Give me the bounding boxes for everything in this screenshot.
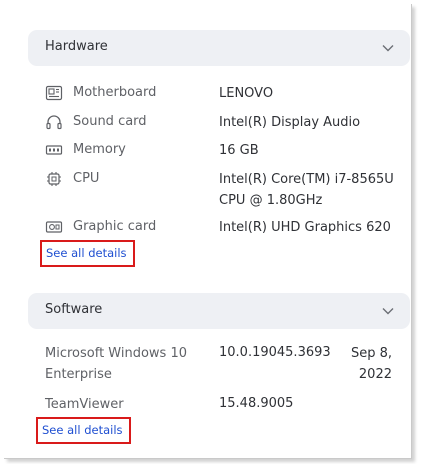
- cpu-icon: [47, 172, 61, 186]
- memory-icon: [45, 145, 63, 155]
- sound-card-label: Sound card: [73, 114, 147, 129]
- chevron-down-icon[interactable]: [382, 42, 394, 54]
- software-windows-date: Sep 8, 2022: [350, 346, 392, 382]
- software-windows-label: Microsoft Windows 10 Enterprise: [45, 346, 187, 382]
- software-teamviewer-label: TeamViewer: [45, 397, 124, 412]
- graphic-card-icon: [45, 221, 63, 233]
- hardware-see-all-details-link[interactable]: See all details: [40, 240, 135, 267]
- software-windows-version: 10.0.19045.3693: [219, 345, 331, 360]
- software-teamviewer-version: 15.48.9005: [219, 396, 294, 411]
- motherboard-value: LENOVO: [219, 86, 274, 101]
- software-section-title: Software: [45, 302, 103, 317]
- graphic-card-value: Intel(R) UHD Graphics 620: [219, 220, 391, 235]
- chevron-down-icon[interactable]: [382, 305, 394, 317]
- hardware-section-title: Hardware: [45, 39, 108, 54]
- motherboard-label: Motherboard: [73, 85, 157, 100]
- cpu-label: CPU: [73, 171, 100, 186]
- headphones-icon: [46, 115, 62, 130]
- software-see-all-details-link[interactable]: See all details: [36, 417, 131, 444]
- graphic-card-label: Graphic card: [73, 219, 157, 234]
- memory-value: 16 GB: [219, 143, 259, 158]
- motherboard-icon: [45, 85, 63, 101]
- cpu-value: Intel(R) Core(TM) i7-8565U CPU @ 1.80GHz: [219, 172, 394, 208]
- memory-label: Memory: [73, 142, 126, 157]
- sound-card-value: Intel(R) Display Audio: [219, 115, 361, 130]
- hardware-section-header[interactable]: Hardware: [28, 30, 410, 66]
- software-section-header[interactable]: Software: [28, 293, 410, 329]
